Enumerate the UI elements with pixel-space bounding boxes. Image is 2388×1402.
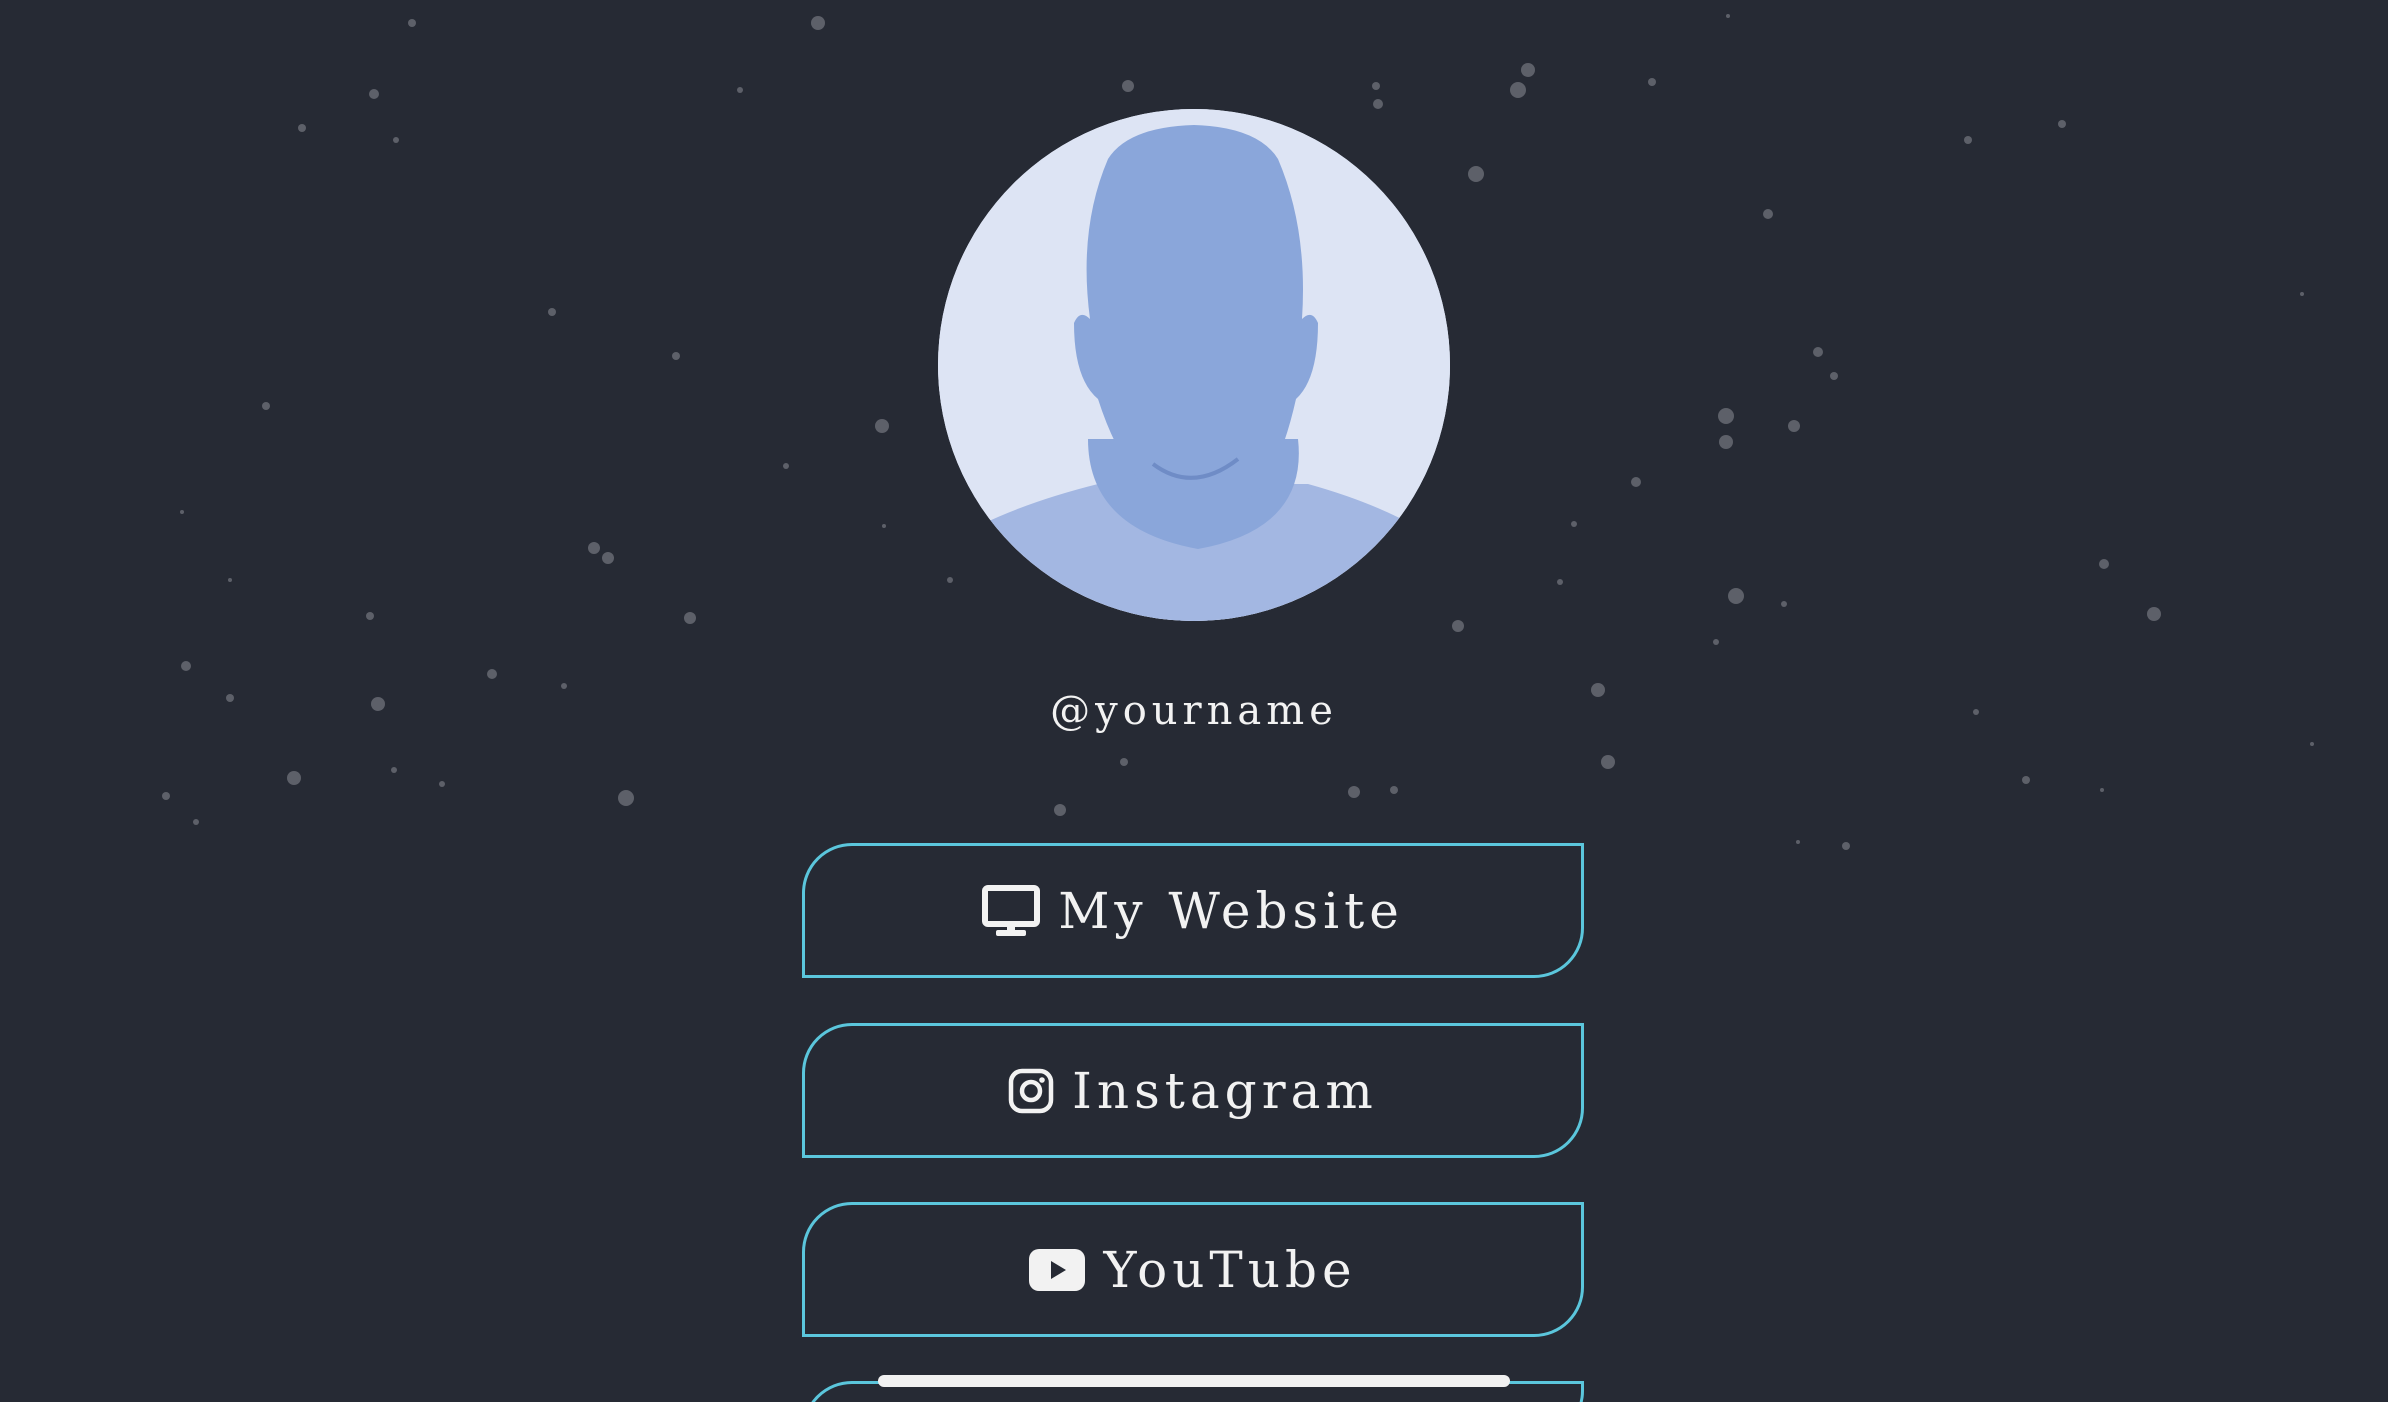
star-dot	[287, 771, 301, 785]
star-dot	[1713, 639, 1719, 645]
star-dot	[2300, 292, 2304, 296]
star-dot	[1763, 209, 1773, 219]
star-dot	[366, 612, 374, 620]
star-dot	[1718, 408, 1734, 424]
star-dot	[298, 124, 306, 132]
star-dot	[1842, 842, 1850, 850]
star-dot	[181, 661, 191, 671]
star-dot	[1390, 786, 1398, 794]
profile-avatar	[938, 109, 1450, 621]
youtube-icon	[1029, 1248, 1086, 1291]
monitor-icon	[982, 884, 1041, 937]
youtube-label: YouTube	[1103, 1240, 1357, 1299]
star-dot	[1728, 588, 1744, 604]
star-dot	[1648, 78, 1656, 86]
star-dot	[1120, 758, 1128, 766]
star-dot	[487, 669, 497, 679]
star-dot	[1468, 166, 1484, 182]
profile-username: @yourname	[1050, 688, 1338, 734]
youtube-button[interactable]: YouTube	[802, 1202, 1584, 1337]
star-dot	[262, 402, 270, 410]
my-website-button[interactable]: My Website	[802, 843, 1584, 978]
star-dot	[875, 419, 889, 433]
instagram-button[interactable]: Instagram	[802, 1023, 1584, 1158]
star-dot	[1788, 420, 1800, 432]
star-dot	[1452, 620, 1464, 632]
star-dot	[408, 19, 416, 27]
star-dot	[1571, 521, 1577, 527]
star-dot	[811, 16, 825, 30]
star-dot	[193, 819, 199, 825]
scroll-indicator-bar	[878, 1375, 1510, 1387]
star-dot	[2058, 120, 2066, 128]
star-dot	[439, 781, 445, 787]
star-dot	[1830, 372, 1838, 380]
star-dot	[1510, 82, 1526, 98]
star-dot	[2022, 776, 2030, 784]
star-dot	[947, 577, 953, 583]
instagram-icon	[1008, 1068, 1054, 1114]
star-dot	[391, 767, 397, 773]
star-dot	[672, 352, 680, 360]
star-dot	[393, 137, 399, 143]
star-dot	[1557, 579, 1563, 585]
star-dot	[2100, 788, 2104, 792]
star-dot	[369, 89, 379, 99]
star-dot	[1373, 99, 1383, 109]
star-dot	[1964, 136, 1972, 144]
star-dot	[737, 87, 743, 93]
star-dot	[228, 578, 232, 582]
star-dot	[1054, 804, 1066, 816]
star-dot	[162, 792, 170, 800]
star-dot	[588, 542, 600, 554]
star-dot	[1726, 14, 1730, 18]
star-dot	[1631, 477, 1641, 487]
star-dot	[1372, 82, 1380, 90]
star-dot	[548, 308, 556, 316]
star-dot	[882, 524, 886, 528]
star-dot	[2099, 559, 2109, 569]
star-dot	[180, 510, 184, 514]
instagram-label: Instagram	[1072, 1061, 1378, 1120]
star-dot	[1122, 80, 1134, 92]
user-silhouette-icon	[938, 109, 1450, 621]
star-dot	[1796, 840, 1800, 844]
my-website-label: My Website	[1058, 881, 1404, 940]
star-dot	[618, 790, 634, 806]
star-dot	[1781, 601, 1787, 607]
star-dot	[684, 612, 696, 624]
star-dot	[1348, 786, 1360, 798]
star-dot	[1719, 435, 1733, 449]
star-dot	[783, 463, 789, 469]
star-dot	[1813, 347, 1823, 357]
star-dot	[2147, 607, 2161, 621]
star-dot	[1521, 63, 1535, 77]
star-dot	[602, 552, 614, 564]
star-dot	[1601, 755, 1615, 769]
star-dot	[2310, 742, 2314, 746]
